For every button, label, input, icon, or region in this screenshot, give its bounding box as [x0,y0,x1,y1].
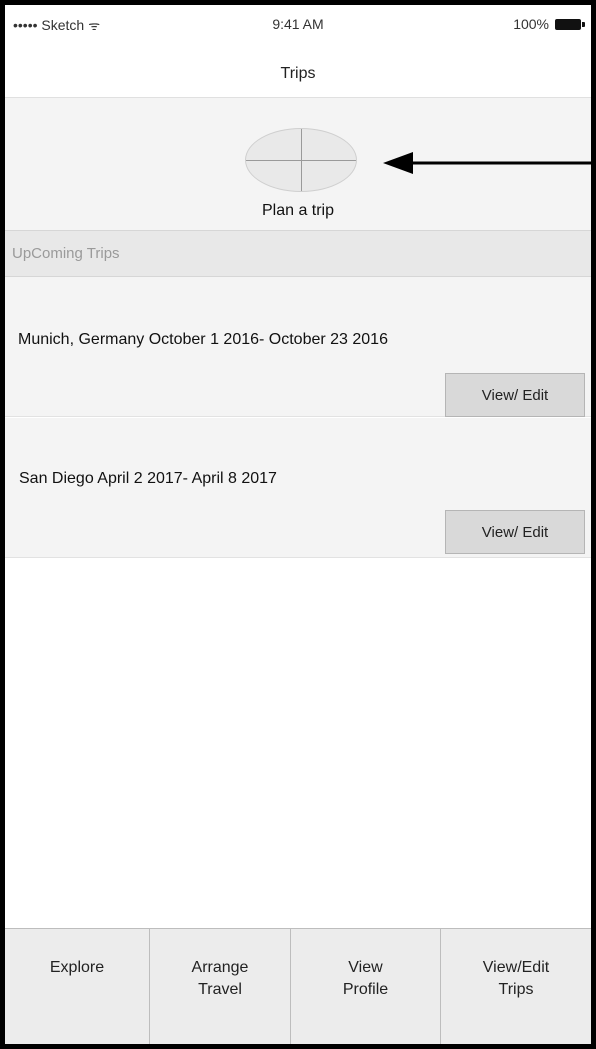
page-title: Trips [280,65,316,82]
tab-view-profile[interactable]: View Profile [291,929,441,1044]
placeholder-line-vertical [301,129,302,191]
tab-arrange-travel[interactable]: Arrange Travel [150,929,291,1044]
tab-view-edit-trips[interactable]: View/Edit Trips [441,929,591,1044]
phone-frame: ••••• Sketch ᯤ 9:41 AM 100% Trips Plan a… [0,0,596,1049]
battery-icon [555,18,585,30]
image-placeholder-icon[interactable] [245,128,357,192]
status-bar: ••••• Sketch ᯤ 9:41 AM 100% [5,5,591,43]
tab-label: Arrange Travel [191,959,249,998]
status-right: 100% [513,16,585,32]
tab-label: View Profile [342,959,389,998]
tab-explore[interactable]: Explore [5,929,150,1044]
trip-card: San Diego April 2 2017- April 8 2017 Vie… [5,418,591,558]
tab-bar: Explore Arrange Travel View Profile View… [5,928,591,1044]
upcoming-trips-header: UpComing Trips [5,230,591,277]
trip-card: Munich, Germany October 1 2016- October … [5,277,591,417]
tab-label: Explore [49,959,105,976]
view-edit-button[interactable]: View/ Edit [445,510,585,554]
status-time: 9:41 AM [272,16,324,32]
trip-description: Munich, Germany October 1 2016- October … [18,331,388,348]
annotation-arrow-icon [383,152,591,174]
view-edit-button[interactable]: View/ Edit [445,373,585,417]
trip-description: San Diego April 2 2017- April 8 2017 [19,470,277,487]
tab-label: View/Edit Trips [482,959,550,998]
plan-trip-label[interactable]: Plan a trip [5,202,591,220]
battery-percent: 100% [513,16,549,32]
